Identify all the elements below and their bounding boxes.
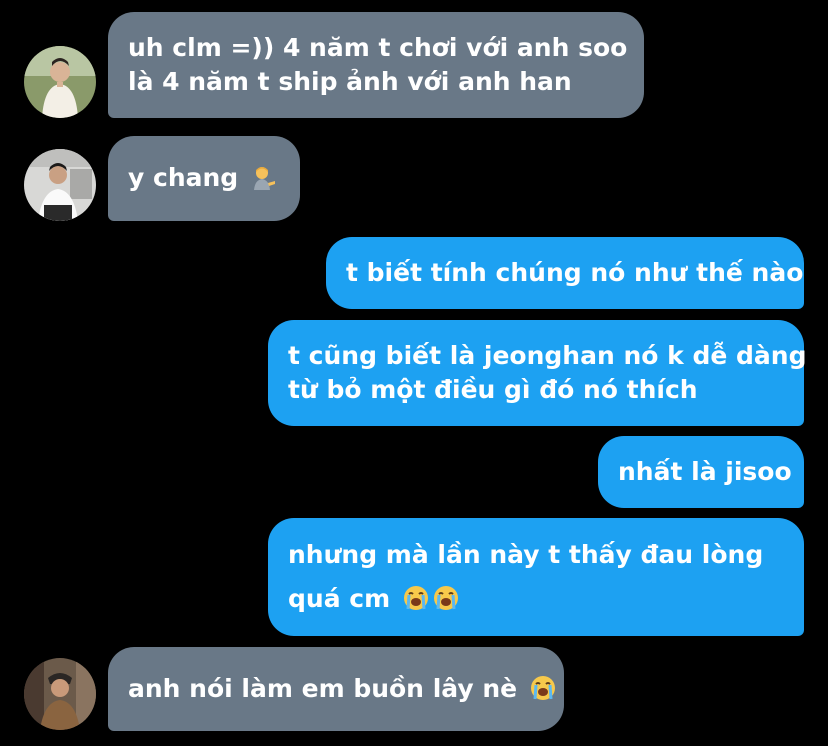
message-bubble-outgoing[interactable]: nhất là jisoo — [598, 436, 804, 508]
message-bubble-incoming[interactable]: anh nói làm em buồn lây nè — [108, 647, 564, 731]
message-bubble-outgoing[interactable]: t cũng biết là jeonghan nó k dễ dàng từ … — [268, 320, 807, 426]
message-text: từ bỏ một điều gì đó nó thích — [288, 375, 698, 404]
avatar-user-1-icon — [24, 46, 96, 118]
message-text: nhưng mà lần này t thấy đau lòng — [288, 540, 764, 569]
message-text: nhất là jisoo — [618, 457, 792, 486]
loudly-crying-face-emoji-icon — [530, 676, 555, 700]
message-text: anh nói làm em buồn lây nè — [128, 672, 555, 706]
sender-avatar[interactable] — [24, 46, 96, 118]
message-text: t cũng biết là jeonghan nó k dễ dàng — [288, 341, 807, 370]
message-bubble-incoming[interactable]: uh clm =)) 4 năm t chơi với anh soo là 4… — [108, 12, 644, 118]
message-bubble-incoming[interactable]: y chang — [108, 136, 300, 221]
avatar-user-2-icon — [24, 149, 96, 221]
person-tipping-hand-emoji-icon — [253, 167, 275, 190]
message-text: y chang — [128, 161, 280, 195]
sender-avatar[interactable] — [24, 658, 96, 730]
loudly-crying-face-emoji-icon — [403, 586, 428, 610]
avatar-user-3-icon — [24, 658, 96, 730]
message-text: quá cm — [288, 582, 784, 616]
message-text: t biết tính chúng nó như thế nào — [346, 258, 804, 287]
message-bubble-outgoing[interactable]: nhưng mà lần này t thấy đau lòng quá cm — [268, 518, 804, 636]
loudly-crying-face-emoji-icon — [433, 586, 458, 610]
message-text: uh clm =)) 4 năm t chơi với anh soo — [128, 33, 628, 62]
message-text: là 4 năm t ship ảnh với anh han — [128, 67, 572, 96]
message-bubble-outgoing[interactable]: t biết tính chúng nó như thế nào — [326, 237, 804, 309]
sender-avatar[interactable] — [24, 149, 96, 221]
